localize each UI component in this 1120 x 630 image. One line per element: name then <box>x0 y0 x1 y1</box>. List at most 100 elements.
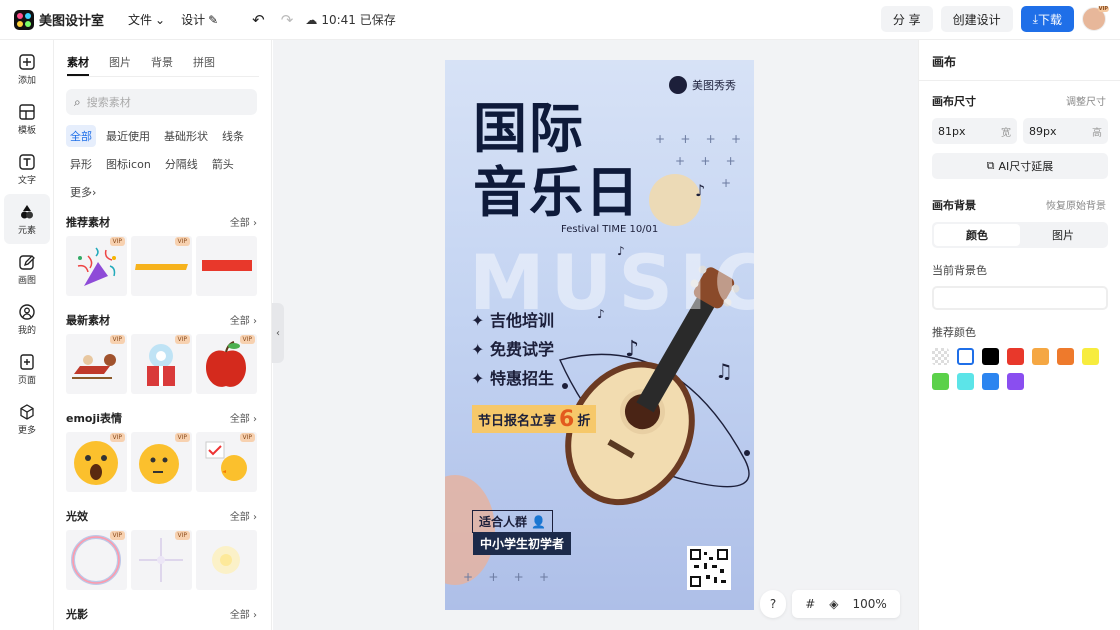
help-button[interactable]: ? <box>760 590 786 618</box>
zoom-level[interactable]: 100% <box>852 597 886 611</box>
rail-item-add[interactable]: 添加 <box>0 44 54 94</box>
redo-icon[interactable]: ↷ <box>281 11 294 29</box>
red-bar-image <box>202 260 252 271</box>
share-button[interactable]: 分 享 <box>880 6 933 32</box>
see-all-link[interactable]: 全部 › <box>230 508 257 524</box>
rail-item-more[interactable]: 更多 <box>0 394 54 444</box>
poster-feature-text: 免费试学 <box>489 340 554 359</box>
see-all-link[interactable]: 全部 › <box>230 312 257 328</box>
chip-dividers[interactable]: 分隔线 <box>161 153 202 175</box>
collapse-panel-handle[interactable]: ‹ <box>272 303 284 363</box>
ai-extend-button[interactable]: ⧉ AI尺寸延展 <box>932 153 1108 179</box>
poster-brand-text: 美图秀秀 <box>692 79 736 92</box>
asset-sleigh[interactable]: VIP <box>66 334 127 394</box>
see-all-label: 全部 <box>229 610 250 621</box>
avatar[interactable]: VIP <box>1082 6 1109 31</box>
design-menu[interactable]: 设计 ✎ <box>181 11 218 28</box>
chip-arrows[interactable]: 箭头 <box>208 153 238 175</box>
asset-light-glow[interactable] <box>196 530 257 590</box>
undo-icon[interactable]: ↶ <box>252 11 265 29</box>
chip-basic-shapes[interactable]: 基础形状 <box>160 125 212 147</box>
asset-emoji-thinking[interactable]: VIP <box>131 432 192 492</box>
color-swatch[interactable] <box>982 348 999 365</box>
chip-all[interactable]: 全部 <box>66 125 96 147</box>
vip-badge: VIP <box>109 237 125 246</box>
asset-emoji-scared[interactable]: VIP <box>66 432 127 492</box>
tab-divider <box>67 76 259 77</box>
file-menu-label: 文件 <box>128 13 153 27</box>
color-swatch[interactable] <box>1007 348 1024 365</box>
tab-materials[interactable]: 素材 <box>67 54 89 76</box>
color-swatch[interactable] <box>957 348 974 365</box>
asset-light-ring[interactable]: VIP <box>66 530 127 590</box>
color-swatch[interactable] <box>932 348 949 365</box>
template-icon <box>19 103 35 120</box>
rail-item-template[interactable]: 模板 <box>0 94 54 144</box>
rail-label: 画图 <box>17 275 36 286</box>
section-header: 光效 全部 › <box>66 508 257 524</box>
zoom-toolbar: # ◈ 100% <box>792 590 900 618</box>
rail-item-elements[interactable]: 元素 <box>4 194 50 244</box>
person-icon: 👤 <box>531 515 547 529</box>
offer-suffix: 折 <box>577 413 591 429</box>
asset-apple[interactable]: VIP <box>196 334 257 394</box>
color-swatch[interactable] <box>957 373 974 390</box>
layers-icon[interactable]: ◈ <box>829 597 838 611</box>
properties-panel: 画布 画布尺寸 调整尺寸 81px 宽 89px 高 ⧉ AI尺寸延展 画布背景 恢复原始… <box>918 40 1120 630</box>
bg-image-tab[interactable]: 图片 <box>1020 224 1106 246</box>
width-input[interactable]: 81px 宽 <box>932 118 1017 144</box>
section-header: 最新素材 全部 › <box>66 312 257 328</box>
chip-more[interactable]: 更多 › <box>66 181 100 203</box>
resize-link[interactable]: 调整尺寸 <box>1066 93 1106 109</box>
chip-recent[interactable]: 最近使用 <box>102 125 154 147</box>
asset-party-popper[interactable]: VIP <box>66 236 127 296</box>
search-input[interactable]: ⌕ 搜索素材 <box>66 89 257 115</box>
search-icon: ⌕ <box>74 94 81 109</box>
rail-item-mine[interactable]: 我的 <box>0 294 54 344</box>
rail-item-pages[interactable]: 页面 <box>0 344 54 394</box>
tab-backgrounds[interactable]: 背景 <box>151 54 173 76</box>
asset-red-bar[interactable] <box>196 236 257 296</box>
asset-light-sparkle[interactable]: VIP <box>131 530 192 590</box>
chip-lines[interactable]: 线条 <box>218 125 248 147</box>
current-bg-swatch[interactable] <box>932 286 1108 310</box>
see-all-link[interactable]: 全部 › <box>230 410 257 426</box>
recommended-label: 推荐颜色 <box>932 326 976 339</box>
bg-color-tab[interactable]: 颜色 <box>934 224 1020 246</box>
see-all-link[interactable]: 全部 › <box>230 214 257 230</box>
asset-emoji-chick[interactable]: VIP <box>196 432 257 492</box>
asset-yellow-stroke[interactable]: VIP <box>131 236 192 296</box>
chip-irregular[interactable]: 异形 <box>66 153 96 175</box>
chevron-left-icon: ‹ <box>276 327 280 339</box>
color-swatch[interactable] <box>932 373 949 390</box>
svg-text:♪: ♪ <box>695 181 705 200</box>
section-title: 光效 <box>66 510 88 523</box>
poster-title: 国际 音乐日 <box>473 96 641 224</box>
bg-label: 画布背景 <box>932 199 976 212</box>
vip-badge: VIP <box>174 433 190 442</box>
logo-icon <box>14 9 34 30</box>
height-input[interactable]: 89px 高 <box>1023 118 1108 144</box>
reset-bg-link[interactable]: 恢复原始背景 <box>1046 197 1106 213</box>
tab-images[interactable]: 图片 <box>109 54 131 76</box>
see-all-link[interactable]: 全部 › <box>230 606 257 622</box>
download-button[interactable]: ⤓ 下载 <box>1020 6 1074 32</box>
chip-icons[interactable]: 图标icon <box>102 153 155 175</box>
rail-item-draw[interactable]: 画图 <box>0 244 54 294</box>
tab-collage[interactable]: 拼图 <box>193 54 215 76</box>
file-menu[interactable]: 文件 ⌄ <box>128 11 165 28</box>
rail-item-text[interactable]: 文字 <box>0 144 54 194</box>
rail-label: 页面 <box>17 375 36 386</box>
poster-canvas[interactable]: ♪ ♪ ♪ ♪ ♫ + + + + + + + + + + + + 美图秀秀 M… <box>445 60 754 610</box>
create-design-button[interactable]: 创建设计 <box>940 6 1013 32</box>
app-logo[interactable]: 美图设计室 <box>14 9 104 30</box>
color-swatch[interactable] <box>1082 348 1099 365</box>
grid-icon[interactable]: # <box>805 597 815 611</box>
color-swatch[interactable] <box>1057 348 1074 365</box>
color-swatch[interactable] <box>1007 373 1024 390</box>
audience-label-text: 适合人群 <box>479 515 528 529</box>
color-swatch[interactable] <box>1032 348 1049 365</box>
canvas-controls: ? # ◈ 100% <box>760 590 900 618</box>
asset-gift-globe[interactable]: VIP <box>131 334 192 394</box>
color-swatch[interactable] <box>982 373 999 390</box>
